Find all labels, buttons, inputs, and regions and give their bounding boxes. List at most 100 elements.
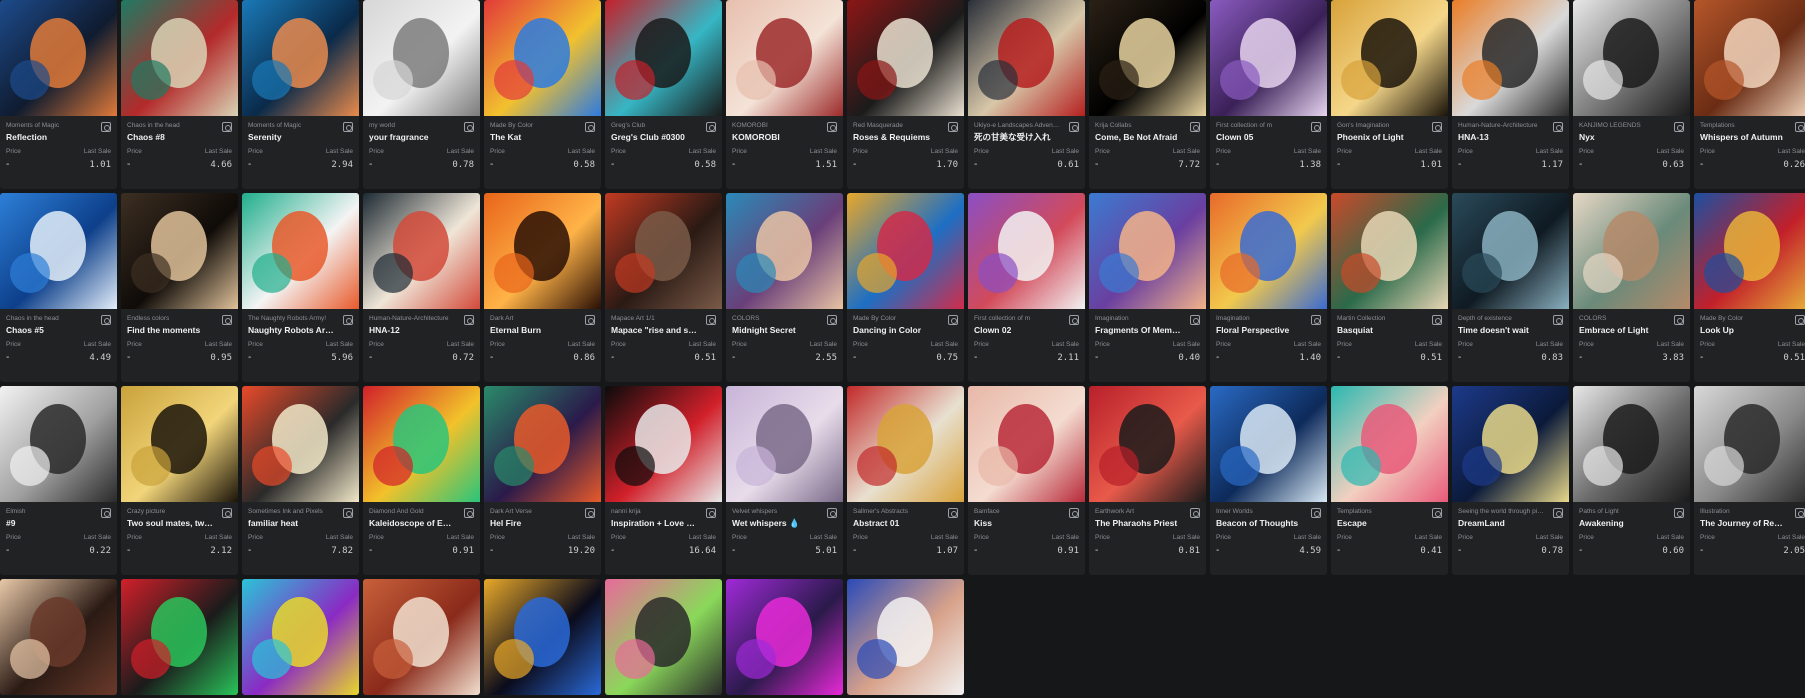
add-to-cart-icon[interactable] [1190, 315, 1200, 325]
nft-title[interactable]: Phoenix of Light [1337, 131, 1423, 143]
nft-card[interactable]: COLORS Midnight Secret Price Last Sale - 2.55 [726, 193, 843, 382]
add-to-cart-icon[interactable] [1553, 508, 1563, 518]
collection-name[interactable]: Chaos in the head [6, 314, 92, 323]
add-to-cart-icon[interactable] [706, 508, 716, 518]
nft-title[interactable]: Awakening [1579, 517, 1665, 529]
collection-name[interactable]: Made By Color [1700, 314, 1786, 323]
collection-name[interactable]: Dark Art [490, 314, 576, 323]
nft-card[interactable]: Templations Escape Price Last Sale - 0.41 [1331, 386, 1448, 575]
collection-name[interactable]: Inner Worlds [1216, 507, 1302, 516]
nft-thumbnail[interactable] [1694, 0, 1805, 116]
nft-thumbnail[interactable] [1573, 0, 1690, 116]
nft-card[interactable]: Paths of Light Awakening Price Last Sale - 0.… [1573, 386, 1690, 575]
nft-card[interactable]: Moments of Magic Reflection Price Last Sale… [0, 0, 117, 189]
collection-name[interactable]: Human-Nature-Architecture [369, 314, 455, 323]
nft-thumbnail[interactable] [847, 193, 964, 309]
collection-name[interactable]: Templations [1337, 507, 1423, 516]
collection-name[interactable]: Krija Collabs [1095, 121, 1181, 130]
nft-thumbnail[interactable] [605, 386, 722, 502]
nft-card[interactable]: Velvet whispers Wet whispers 💧 Price Last S… [726, 386, 843, 575]
nft-thumbnail[interactable] [363, 193, 480, 309]
collection-name[interactable]: Sometimes Ink and Pixels [248, 507, 334, 516]
nft-thumbnail[interactable] [1331, 0, 1448, 116]
collection-name[interactable]: Mapace Art 1/1 [611, 314, 697, 323]
collection-name[interactable]: First collection of m [974, 314, 1060, 323]
collection-name[interactable]: my world [369, 121, 455, 130]
nft-thumbnail[interactable] [1210, 0, 1327, 116]
nft-card[interactable]: Human-Nature-Architecture HNA-13 Price Last… [1452, 0, 1569, 189]
nft-title[interactable]: Look Up [1700, 324, 1786, 336]
nft-card[interactable]: Sallmer's Abstracts Abstract 01 Price Last … [847, 386, 964, 575]
collection-name[interactable]: Red Masquerade [853, 121, 939, 130]
add-to-cart-icon[interactable] [1069, 315, 1079, 325]
add-to-cart-icon[interactable] [101, 508, 111, 518]
nft-card[interactable]: Greg's Club Greg's Club #0300 Price Last Sa… [605, 0, 722, 189]
nft-title[interactable]: Escape [1337, 517, 1423, 529]
add-to-cart-icon[interactable] [222, 508, 232, 518]
nft-card[interactable]: Crazy pictureTwo soul mates, two op... Pr… [121, 386, 238, 575]
collection-name[interactable]: Bamface [974, 507, 1060, 516]
collection-name[interactable]: Imagination [1216, 314, 1302, 323]
nft-thumbnail[interactable] [1452, 193, 1569, 309]
nft-title[interactable]: #9 [6, 517, 92, 529]
nft-thumbnail[interactable] [484, 579, 601, 695]
nft-thumbnail[interactable] [242, 579, 359, 695]
collection-name[interactable]: The Naughty Robots Army! [248, 314, 334, 323]
collection-name[interactable]: Earthwork Art [1095, 507, 1181, 516]
nft-title[interactable]: Naughty Robots Army! ... [248, 324, 334, 336]
nft-card[interactable]: The Naughty Robots Army! Naughty Robots A… [242, 193, 359, 382]
nft-thumbnail[interactable] [0, 0, 117, 116]
nft-thumbnail[interactable] [121, 0, 238, 116]
collection-name[interactable]: Sallmer's Abstracts [853, 507, 939, 516]
nft-card[interactable]: Made By Color Dancing in Color Price Last S… [847, 193, 964, 382]
add-to-cart-icon[interactable] [827, 122, 837, 132]
add-to-cart-icon[interactable] [585, 122, 595, 132]
nft-card[interactable]: KOMOROBI KOMOROBI Price Last Sale - 1.51 [726, 0, 843, 189]
nft-thumbnail[interactable] [1694, 193, 1805, 309]
nft-title[interactable]: Two soul mates, two op... [127, 517, 213, 529]
collection-name[interactable]: Gon's Imagination [1337, 121, 1423, 130]
nft-title[interactable]: Kiss [974, 517, 1060, 529]
nft-thumbnail[interactable] [242, 386, 359, 502]
nft-thumbnail[interactable] [1452, 0, 1569, 116]
nft-card[interactable]: Bamface Kiss Price Last Sale - 0.91 [968, 386, 1085, 575]
nft-card[interactable]: Earthwork Art The Pharaohs Priest Price Las… [1089, 386, 1206, 575]
nft-thumbnail[interactable] [121, 193, 238, 309]
nft-card[interactable]: KANJIMO LEGENDS Nyx Price Last Sale - 0.63 [1573, 0, 1690, 189]
nft-title[interactable]: Chaos #8 [127, 131, 213, 143]
nft-card[interactable]: Depth of existence Time doesn't wait Price… [1452, 193, 1569, 382]
nft-title[interactable]: familiar heat [248, 517, 334, 529]
collection-name[interactable]: Endless colors [127, 314, 213, 323]
nft-thumbnail[interactable] [484, 386, 601, 502]
nft-card[interactable]: Endless colors Find the moments Price Last … [121, 193, 238, 382]
add-to-cart-icon[interactable] [343, 315, 353, 325]
add-to-cart-icon[interactable] [222, 315, 232, 325]
collection-name[interactable]: First collection of m [1216, 121, 1302, 130]
nft-thumbnail[interactable] [1452, 386, 1569, 502]
add-to-cart-icon[interactable] [1311, 315, 1321, 325]
add-to-cart-icon[interactable] [1674, 122, 1684, 132]
nft-thumbnail[interactable] [484, 193, 601, 309]
add-to-cart-icon[interactable] [827, 508, 837, 518]
nft-thumbnail[interactable] [363, 386, 480, 502]
nft-thumbnail[interactable] [0, 386, 117, 502]
collection-name[interactable]: Dark Art Verse [490, 507, 576, 516]
nft-thumbnail[interactable] [726, 193, 843, 309]
add-to-cart-icon[interactable] [1432, 122, 1442, 132]
nft-title[interactable]: HNA-13 [1458, 131, 1544, 143]
nft-title[interactable]: Clown 02 [974, 324, 1060, 336]
nft-thumbnail[interactable] [242, 193, 359, 309]
nft-title[interactable]: KOMOROBI [732, 131, 818, 143]
nft-card[interactable] [363, 579, 480, 695]
nft-card[interactable]: Imagination Floral Perspective Price Last S… [1210, 193, 1327, 382]
nft-thumbnail[interactable] [726, 579, 843, 695]
add-to-cart-icon[interactable] [827, 315, 837, 325]
collection-name[interactable]: Imagination [1095, 314, 1181, 323]
collection-name[interactable]: Moments of Magic [248, 121, 334, 130]
nft-card[interactable]: Elmish #9 Price Last Sale - 0.22 [0, 386, 117, 575]
add-to-cart-icon[interactable] [1311, 508, 1321, 518]
collection-name[interactable]: Illustration [1700, 507, 1786, 516]
nft-card[interactable]: my world your fragrance Price Last Sale - 0.7… [363, 0, 480, 189]
nft-card[interactable]: First collection of m Clown 05 Price Last S… [1210, 0, 1327, 189]
nft-card[interactable]: Sometimes Ink and Pixels familiar heat Pri… [242, 386, 359, 575]
